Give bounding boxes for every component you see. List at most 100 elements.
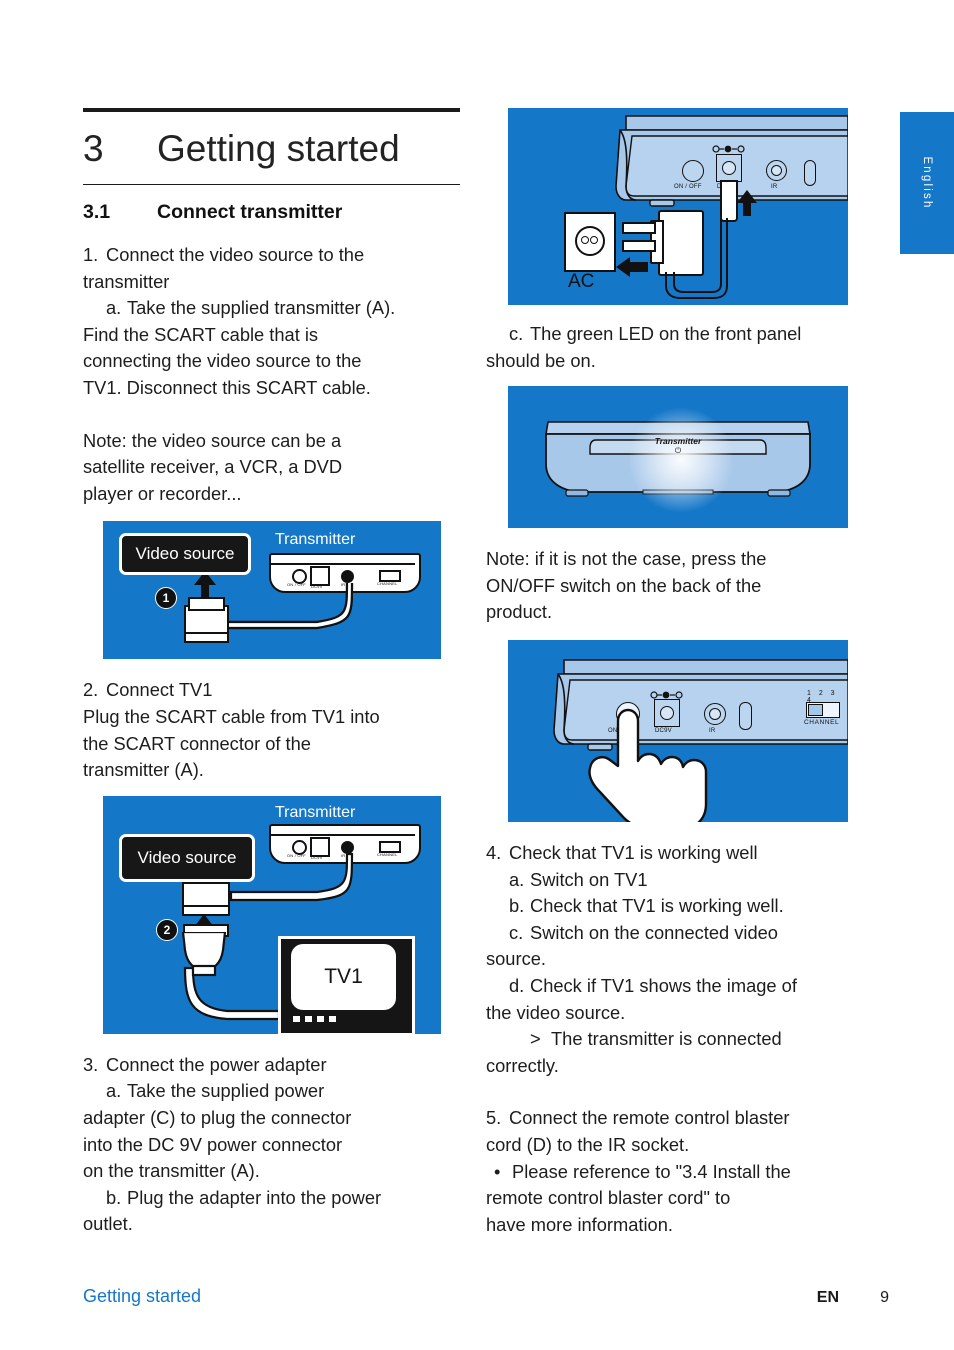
step-4d-line1: Check if TV1 shows the image of [530,974,797,996]
step-4c-line2: source. [486,948,546,970]
figure3-ac-socket [575,226,605,256]
right-note-line1: Note: if it is not the case, press the [486,548,767,570]
figure4-led-glow [626,408,736,513]
step-3b-line2: outlet. [83,1213,133,1235]
step-3c-line1: The green LED on the front panel [530,323,802,344]
step-4d-marker: d. [509,974,525,996]
right-column: ON / OFF DC9V IR [486,108,852,1238]
step-2-marker: 2. [83,679,99,701]
step-4-marker: 4. [486,841,502,863]
step-5-bullet-line3: have more information. [486,1213,673,1235]
step-4b-marker: b. [509,895,525,917]
step-3c-block: c. The green LED on the front panel shou… [486,321,852,374]
step-4-result-line: > The transmitter is connected [530,1026,852,1053]
step-3c-line: c. The green LED on the front panel [509,321,852,348]
figure5-channel-label: CHANNEL [804,718,840,726]
step-4c-line1: Switch on the connected video [530,921,778,943]
chapter-heading: 3 Getting started [83,128,461,170]
section-title: Connect transmitter [157,201,343,223]
figure1-up-arrow-icon [194,571,216,600]
manual-page: English 3 Getting started 3.1 Connect tr… [0,0,954,1350]
figure-front-panel-led: Transmitter ⏻ [508,386,848,529]
step-1-title-cont: transmitter [83,270,170,292]
step-5-marker: 5. [486,1107,502,1129]
figure3-left-arrow-icon [616,257,648,277]
step-4-block: 4. Check that TV1 is working well a. Swi… [486,840,852,1079]
chapter-rule-bottom [83,184,460,185]
step-1-note-line2: satellite receiver, a VCR, a DVD [83,456,343,478]
step-1a-line4: TV1. Disconnect this SCART cable. [83,376,371,398]
step-1a-line2: Find the SCART cable that is [83,323,319,345]
power-icon: ⏻ [674,446,682,456]
step-4-line: 4. Check that TV1 is working well [486,840,852,867]
step-3a-line3: into the DC 9V power connector [83,1133,343,1155]
footer-language-code: EN [816,1289,839,1306]
step-4a-marker: a. [509,868,525,890]
step-4c-marker: c. [509,921,524,943]
step-5-bullet-line: • Please reference to "3.4 Install the [494,1159,852,1186]
step-5-block: 5. Connect the remote control blaster co… [486,1105,852,1238]
section-number: 3.1 [83,201,111,223]
step-3a-marker: a. [106,1080,122,1102]
step-1a-line: a. Take the supplied transmitter (A). [106,295,461,322]
section-heading: 3.1 Connect transmitter [83,201,461,224]
figure2-video-source-box: Video source [119,833,255,882]
step-3-title: Connect the power adapter [106,1053,327,1075]
step-5-line1: Connect the remote control blaster [509,1107,790,1129]
step-4-title: Check that TV1 is working well [509,841,758,863]
figure3-ac-hole-right [590,236,598,244]
step-3a-line4: on the transmitter (A). [83,1160,260,1182]
step-4a-line: a. Switch on TV1 [509,867,852,894]
step-2-line3: transmitter (A). [83,759,204,781]
step-5-bullet-line1: Please reference to "3.4 Install the [512,1160,791,1182]
footer-section-name: Getting started [83,1286,202,1306]
figure5-channel-slider [808,703,823,716]
figure2-scart-plug-lower-body [181,931,227,976]
step-4c-line: c. Switch on the connected video [509,920,852,947]
step-1-note-line1: Note: the video source can be a [83,429,342,451]
step-3a-line: a. Take the supplied power [106,1078,461,1105]
step-4b-line: b. Check that TV1 is working well. [509,893,852,920]
page-footer: Getting started EN 9 [83,1286,889,1307]
step-3-marker: 3. [83,1053,99,1075]
bullet-icon: • [494,1160,501,1182]
step-2-block: 2. Connect TV1 Plug the SCART cable from… [83,677,461,783]
step-1a-marker: a. [106,297,122,319]
right-note-line2: ON/OFF switch on the back of the [486,574,762,596]
step-2-line1: Plug the SCART cable from TV1 into [83,705,380,727]
figure3-ac-hole-left [581,236,589,244]
figure3-ac-label: AC [568,271,595,292]
step-1-block: 1. Connect the video source to the trans… [83,242,461,507]
step-4a-text: Switch on TV1 [530,868,648,890]
footer-page-number: 9 [880,1289,889,1306]
step-5-line: 5. Connect the remote control blaster [486,1105,852,1132]
step-1a-line3: connecting the video source to the [83,350,362,372]
figure1-video-source-box: Video source [119,533,251,576]
right-note-line3: product. [486,601,553,623]
figure1-scart-plug-base [184,632,229,644]
step-2-title: Connect TV1 [106,679,213,701]
step-1-line: 1. Connect the video source to the [83,242,461,269]
figure3-adapter-cord [665,218,728,299]
figure-connect-video-source: Transmitter ON / OFF DC9V IR CHANNEL 1 V… [103,521,441,660]
language-tab-label: English [921,156,933,210]
chapter-rule-top [83,108,460,112]
figure5-polarity-icon [650,691,683,699]
step-2-line2: the SCART connector of the [83,732,311,754]
step-4b-text: Check that TV1 is working well. [530,895,784,917]
step-3-line: 3. Connect the power adapter [83,1052,461,1079]
figure2-tv-screen: TV1 [291,943,396,1010]
figure-press-onoff: ON / OFF DC9V IR 1 2 3 4 CHANNEL [508,639,848,822]
chapter-title: Getting started [157,128,400,169]
step-3b-line: b. Plug the adapter into the power [106,1185,461,1212]
step-3a-line2: adapter (C) to plug the connector [83,1106,352,1128]
figure-connect-power-adapter: ON / OFF DC9V IR [508,108,848,305]
chapter-number: 3 [83,128,104,169]
step-4-result-marker: > [530,1028,541,1050]
step-3a-line1: Take the supplied power [127,1080,325,1102]
step-5-bullet-line2: remote control blaster cord" to [486,1187,731,1209]
figure1-scart-plug-neck [188,597,225,612]
step-3c-line2: should be on. [486,349,596,371]
step-3b-line1: Plug the adapter into the power [127,1186,382,1208]
step-4d-line2: the video source. [486,1001,626,1023]
